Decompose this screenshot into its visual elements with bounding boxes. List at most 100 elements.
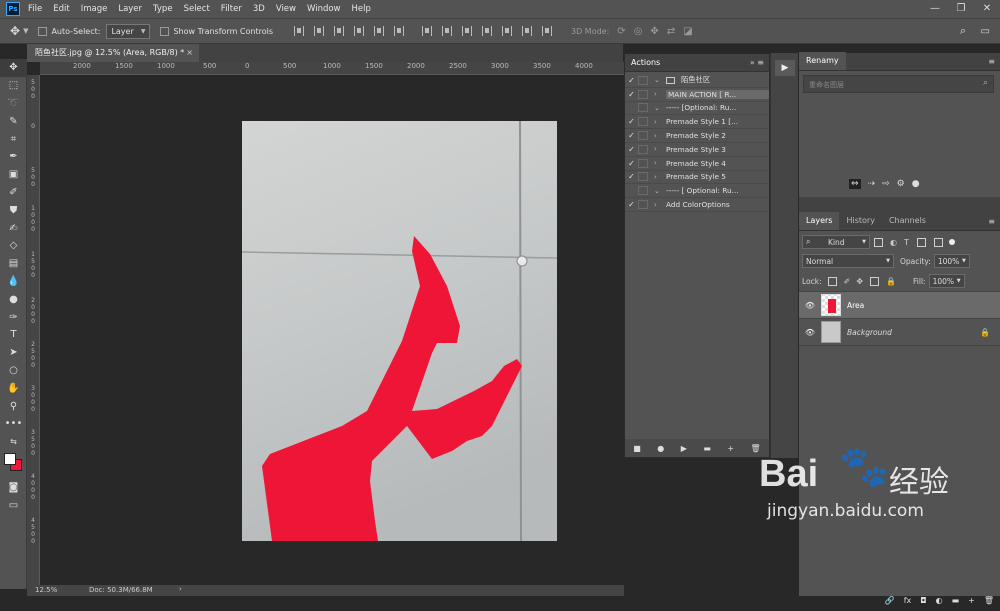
action-row[interactable]: ✓ › Premade Style 5	[625, 171, 769, 185]
distribute-left-icon[interactable]	[482, 26, 492, 36]
screen-mode-icon[interactable]: ▭	[0, 496, 27, 514]
menu-view[interactable]: View	[276, 4, 296, 14]
toggle-check[interactable]: ✓	[625, 90, 638, 99]
panel-menu-icon[interactable]: ≡	[988, 217, 995, 226]
play-icon[interactable]: ▶	[681, 444, 687, 453]
play-panel-icon[interactable]: ▶	[775, 60, 795, 76]
document-image[interactable]	[242, 121, 557, 541]
gear-icon[interactable]: ⚙	[897, 179, 905, 189]
actions-tab[interactable]: Actions	[625, 58, 660, 67]
close-button[interactable]: ✕	[974, 0, 1000, 18]
stop-icon[interactable]: ■	[633, 444, 641, 453]
link-layers-icon[interactable]: 🔗	[885, 596, 895, 605]
delete-layer-icon[interactable]: 🗑	[984, 596, 994, 605]
type-tool-icon[interactable]: T	[0, 326, 27, 344]
filter-toggle-icon[interactable]	[948, 239, 955, 245]
menu-file[interactable]: File	[28, 4, 42, 14]
history-brush-tool-icon[interactable]: ✍	[0, 219, 27, 237]
marquee-tool-icon[interactable]: ⬚	[0, 77, 27, 95]
menu-filter[interactable]: Filter	[221, 4, 242, 14]
blur-tool-icon[interactable]: 💧	[0, 273, 27, 291]
info-icon[interactable]: ●	[912, 179, 920, 189]
layer-row-background[interactable]: 👁 Background 🔒	[799, 319, 1000, 346]
crop-tool-icon[interactable]: ⌗	[0, 130, 27, 148]
expand-icon[interactable]: ›	[654, 145, 666, 153]
menu-edit[interactable]: Edit	[53, 4, 69, 14]
action-row[interactable]: ✓ › Premade Style 3	[625, 143, 769, 157]
stamp-tool-icon[interactable]: ⛊	[0, 201, 27, 219]
expand-icon[interactable]: ›	[654, 201, 666, 209]
lock-image-icon[interactable]: ✐	[844, 277, 851, 286]
menu-select[interactable]: Select	[184, 4, 210, 14]
distribute-top-icon[interactable]	[422, 26, 432, 36]
lock-transparent-icon[interactable]	[827, 276, 837, 286]
move-tool-icon[interactable]: ✥	[0, 59, 27, 77]
expand-icon[interactable]: ⌄	[654, 76, 666, 84]
action-row[interactable]: ✓ › Premade Style 4	[625, 157, 769, 171]
toggle-check[interactable]: ✓	[625, 117, 638, 126]
menu-layer[interactable]: Layer	[118, 4, 142, 14]
align-hcenter-icon[interactable]	[374, 26, 384, 36]
lock-artboard-icon[interactable]	[870, 276, 880, 286]
tab-history[interactable]: History	[839, 212, 881, 230]
document-tab[interactable]: 陌鱼社区.jpg @ 12.5% (Area, RGB/8) * ×	[27, 44, 199, 62]
shape-tool-icon[interactable]: ○	[0, 362, 27, 380]
expand-icon[interactable]: ›	[654, 118, 666, 126]
filter-pixel-icon[interactable]	[874, 237, 883, 247]
adjustment-layer-icon[interactable]: ◐	[936, 596, 943, 605]
arrow-next-icon[interactable]: ⇨	[882, 179, 890, 189]
restore-button[interactable]: ❐	[948, 0, 974, 18]
dialog-toggle[interactable]	[638, 172, 648, 182]
swap-colors-icon[interactable]: ⇆	[0, 433, 27, 451]
layer-row-area[interactable]: 👁 Area	[799, 292, 1000, 319]
menu-help[interactable]: Help	[352, 4, 371, 14]
frame-tool-icon[interactable]: ▣	[0, 166, 27, 184]
quick-select-tool-icon[interactable]: ✎	[0, 112, 27, 130]
panel-menu-icon[interactable]: ≡	[988, 57, 995, 66]
zoom-tool-icon[interactable]: ⚲	[0, 397, 27, 415]
tab-channels[interactable]: Channels	[882, 212, 933, 230]
toggle-check[interactable]: ✓	[625, 172, 638, 181]
action-row[interactable]: ✓ › Premade Style 2	[625, 129, 769, 143]
filter-shape-icon[interactable]	[916, 237, 926, 247]
eye-icon[interactable]: 👁	[799, 328, 821, 337]
action-row[interactable]: ⌄ ----- [ Optional: Ru...	[625, 184, 769, 199]
align-top-icon[interactable]	[294, 26, 304, 36]
filter-type-icon[interactable]: T	[904, 238, 909, 247]
eyedropper-tool-icon[interactable]: ✒	[0, 148, 27, 166]
expand-icon[interactable]: ⌄	[654, 187, 666, 195]
toggle-check[interactable]: ✓	[625, 145, 638, 154]
distribute-vcenter-icon[interactable]	[442, 26, 452, 36]
renamy-mode-icon[interactable]: ⇔	[849, 179, 861, 189]
lasso-tool-icon[interactable]: ➰	[0, 95, 27, 113]
expand-icon[interactable]: ›	[654, 159, 666, 167]
menu-image[interactable]: Image	[81, 4, 108, 14]
chevron-down-icon[interactable]: ▼	[23, 27, 28, 35]
workspace-icon[interactable]: ▭	[981, 26, 990, 37]
record-icon[interactable]: ●	[657, 444, 664, 453]
filter-adjust-icon[interactable]: ◐	[890, 238, 897, 247]
chevron-right-icon[interactable]: ›	[179, 585, 182, 593]
add-mask-icon[interactable]: ◘	[920, 596, 926, 605]
gradient-tool-icon[interactable]: ▤	[0, 255, 27, 273]
dialog-toggle[interactable]	[638, 75, 648, 85]
blend-mode-dropdown[interactable]: Normal ▼	[802, 254, 894, 268]
auto-align-icon[interactable]	[542, 26, 552, 36]
dialog-toggle[interactable]	[638, 158, 648, 168]
fx-icon[interactable]: fx	[904, 596, 912, 605]
foreground-color[interactable]	[4, 452, 16, 465]
opacity-field[interactable]: 100% ▼	[933, 254, 970, 268]
auto-select-checkbox[interactable]	[38, 26, 48, 36]
menu-3d[interactable]: 3D	[253, 4, 265, 14]
dialog-toggle[interactable]	[638, 200, 648, 210]
3d-pan-icon[interactable]: ✥	[650, 26, 658, 37]
auto-select-dropdown[interactable]: Layer ▼	[106, 23, 151, 39]
dialog-toggle[interactable]	[638, 103, 648, 113]
quick-mask-icon[interactable]: ◙	[0, 479, 27, 497]
transform-controls-checkbox[interactable]	[160, 26, 170, 36]
arrow-right-icon[interactable]: ⇢	[868, 179, 876, 189]
new-group-icon[interactable]: ▬	[952, 596, 960, 605]
tab-layers[interactable]: Layers	[799, 212, 840, 230]
align-left-icon[interactable]	[354, 26, 364, 36]
3d-scale-icon[interactable]: ◪	[683, 26, 692, 37]
